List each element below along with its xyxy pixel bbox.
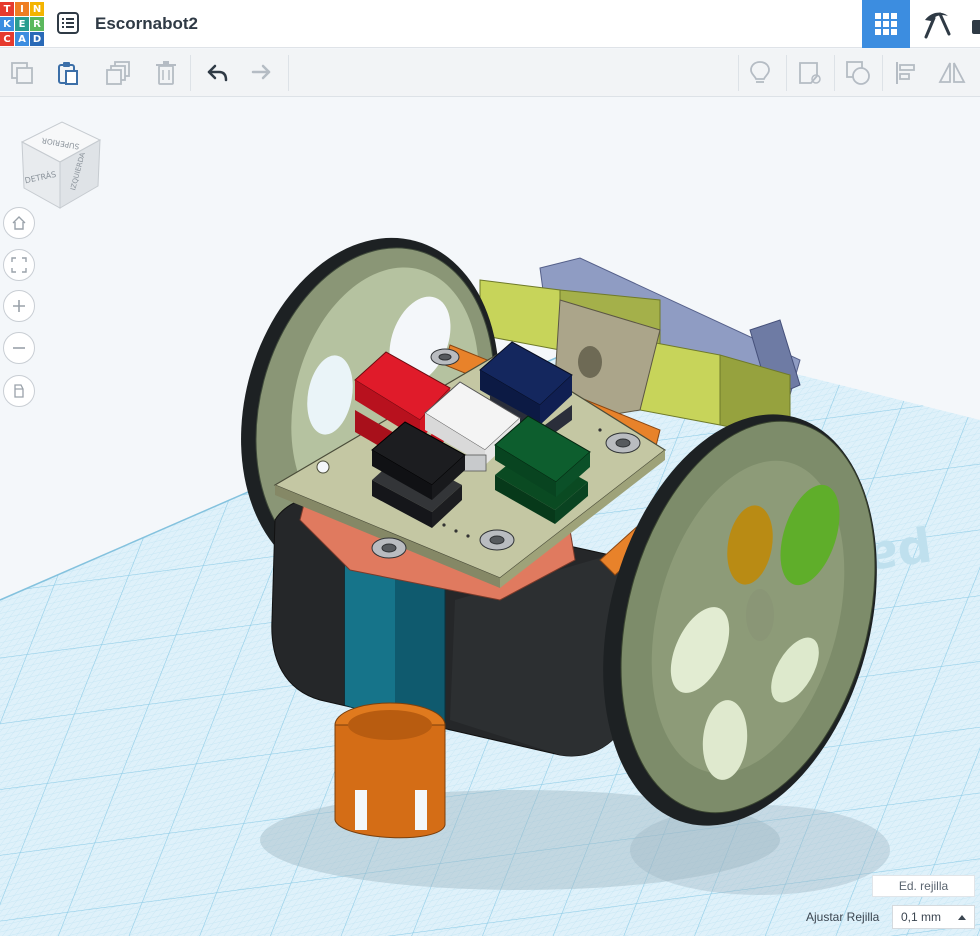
delete-icon (156, 61, 176, 85)
undo-icon (207, 64, 228, 82)
top-bar: T I N K E R C A D Escornabot2 (0, 0, 980, 48)
logo-letter: D (30, 32, 44, 46)
build-view-button[interactable] (912, 0, 960, 48)
grid-icon (875, 13, 897, 35)
pickaxe-icon (924, 12, 951, 39)
group-button[interactable] (842, 57, 874, 89)
logo-letter: R (30, 17, 44, 31)
mirror-button[interactable] (936, 57, 968, 89)
fit-view-button[interactable] (3, 249, 35, 281)
caster-post[interactable] (334, 544, 446, 839)
note-icon (799, 62, 821, 84)
copy-icon (11, 62, 33, 84)
workplane[interactable]: pag SUPERIOR DETRÁS IZQUIERDA (0, 97, 980, 936)
design-list-icon[interactable] (57, 12, 79, 34)
redo-icon (251, 64, 271, 80)
delete-button[interactable] (150, 57, 182, 89)
3d-design-view-button[interactable] (862, 0, 910, 48)
align-icon (896, 62, 915, 84)
zoom-out-button[interactable] (3, 332, 35, 364)
3d-scene[interactable]: pag (0, 97, 980, 936)
copy-button[interactable] (6, 57, 38, 89)
design-title[interactable]: Escornabot2 (95, 14, 198, 34)
zoom-out-icon (13, 347, 25, 349)
align-button[interactable] (890, 57, 922, 89)
group-icon (846, 61, 870, 85)
shape-generator-button[interactable] (962, 0, 980, 48)
home-icon (12, 216, 26, 230)
edit-grid-button[interactable]: Ed. rejilla (872, 875, 975, 897)
view-cube[interactable]: SUPERIOR DETRÁS IZQUIERDA (18, 120, 104, 217)
snap-grid-select[interactable]: 0,1 mm (892, 905, 975, 929)
zoom-in-button[interactable] (3, 290, 35, 322)
mirror-icon (938, 62, 966, 83)
logo-letter: N (30, 2, 44, 16)
fit-icon (11, 257, 27, 273)
caret-up-icon (958, 915, 966, 920)
paste-button[interactable] (52, 57, 84, 89)
tinkercad-logo[interactable]: T I N K E R C A D (0, 2, 44, 46)
logo-letter: I (15, 2, 29, 16)
lightbulb-icon (750, 61, 770, 83)
logo-letter: A (15, 32, 29, 46)
perspective-icon (14, 384, 24, 398)
logo-letter: K (0, 17, 14, 31)
logo-letter: E (15, 17, 29, 31)
redo-button[interactable] (246, 57, 278, 89)
logo-letter: C (0, 32, 14, 46)
notes-button[interactable] (794, 57, 826, 89)
edit-toolbar (0, 49, 980, 97)
duplicate-icon (106, 61, 130, 85)
show-all-button[interactable] (744, 57, 776, 89)
paste-icon (58, 62, 78, 85)
snap-grid-label: Ajustar Rejilla (806, 910, 880, 924)
snap-grid-value: 0,1 mm (901, 910, 942, 924)
logo-letter: T (0, 2, 14, 16)
undo-button[interactable] (200, 57, 232, 89)
briefcase-icon (972, 20, 980, 34)
home-view-button[interactable] (3, 207, 35, 239)
duplicate-button[interactable] (102, 57, 134, 89)
perspective-button[interactable] (3, 375, 35, 407)
zoom-in-icon (13, 300, 25, 312)
